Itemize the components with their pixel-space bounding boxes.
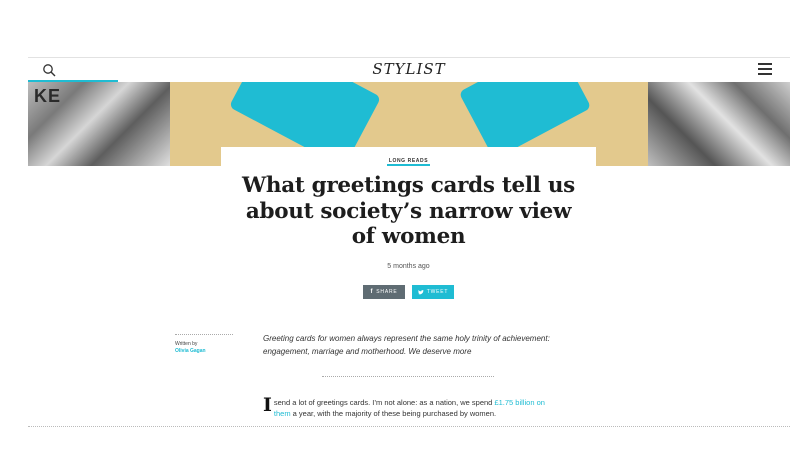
- category-link[interactable]: LONG READS: [221, 158, 596, 166]
- hero-image-right: [648, 82, 790, 166]
- category-label[interactable]: LONG READS: [386, 158, 431, 166]
- author-label: Written by: [175, 341, 198, 347]
- body-text-end: a year, with the majority of these being…: [290, 409, 497, 418]
- protest-sign-text: KE: [34, 86, 62, 106]
- headline-line-3: of women: [351, 224, 466, 249]
- author-divider: [175, 334, 233, 335]
- headline-line-2: about society’s narrow view: [245, 198, 572, 224]
- tweet-button[interactable]: TWEET: [412, 285, 454, 299]
- article-header-card: LONG READS What greetings cards tell us …: [221, 147, 596, 307]
- bottom-divider: [28, 426, 790, 427]
- article-body-paragraph: I send a lot of greetings cards. I’m not…: [263, 394, 553, 419]
- site-header: STYLIST: [28, 57, 790, 82]
- article-headline: What greetings cards tell us about socie…: [231, 173, 586, 250]
- share-button[interactable]: f SHARE: [363, 285, 405, 299]
- publish-date: 5 months ago: [387, 263, 430, 270]
- body-text-start: send a lot of greetings cards. I’m not a…: [273, 398, 495, 407]
- site-logo[interactable]: STYLIST: [28, 60, 790, 78]
- headline-line-1: What greetings cards tell us: [242, 173, 575, 198]
- author-link[interactable]: Olivia Gagan: [175, 348, 206, 354]
- hero-image-left: KE: [28, 82, 170, 166]
- facebook-icon: f: [370, 289, 374, 295]
- standfirst-divider: [322, 376, 494, 377]
- share-label: SHARE: [376, 289, 398, 295]
- tweet-label: TWEET: [426, 289, 449, 295]
- drop-cap: I: [263, 394, 272, 416]
- twitter-icon: [417, 289, 424, 294]
- hamburger-menu-icon[interactable]: [758, 63, 772, 75]
- article-standfirst: Greeting cards for women always represen…: [263, 334, 550, 356]
